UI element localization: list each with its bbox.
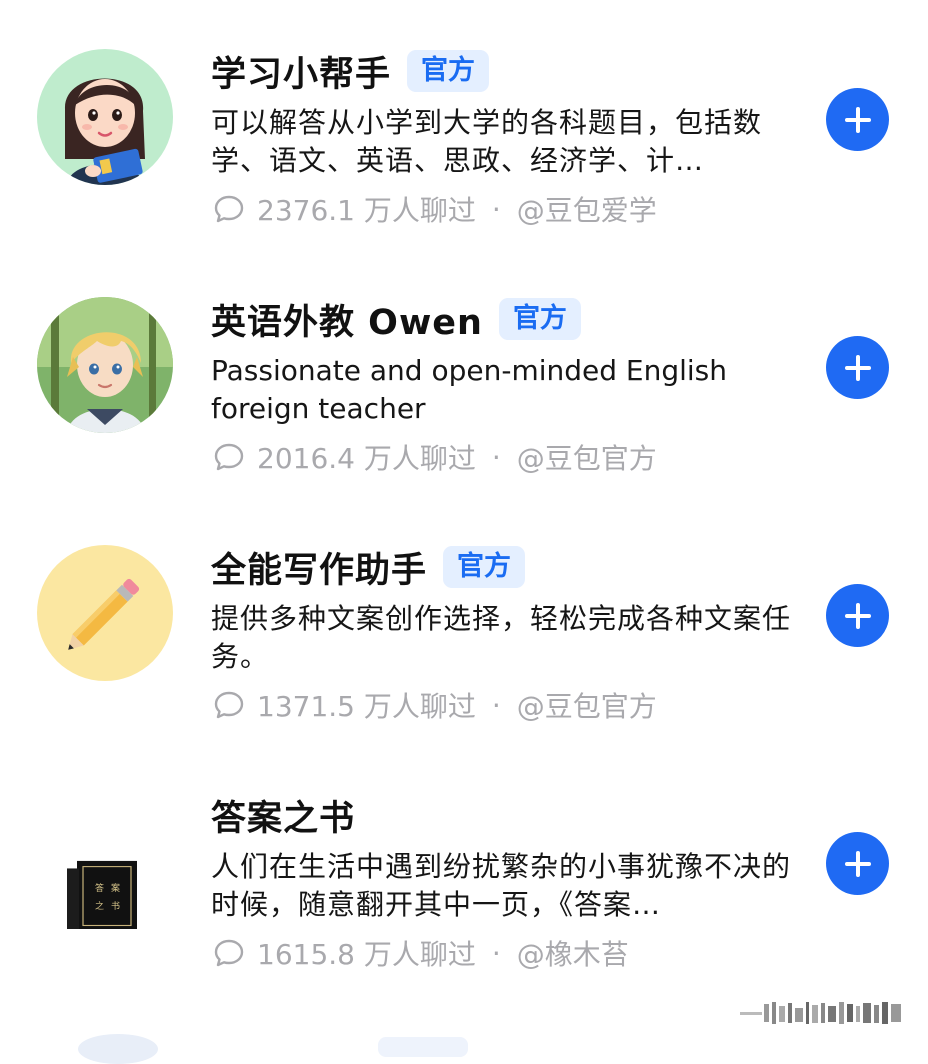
bot-description: 提供多种文案创作选择，轻松完成各种文案任务。 [211, 602, 791, 673]
chat-bubble-icon [214, 195, 244, 223]
bot-item-english-owen[interactable]: 英语外教 Owen 官方 Passionate and open-minded … [0, 248, 928, 496]
bot-item-writing-helper[interactable]: 全能写作助手 官方 提供多种文案创作选择，轻松完成各种文案任务。 1371.5 … [0, 496, 928, 744]
add-bot-button[interactable] [826, 832, 889, 895]
plus-icon [844, 602, 871, 629]
add-bot-button[interactable] [826, 336, 889, 399]
official-badge: 官方 [443, 546, 526, 588]
bot-author[interactable]: @豆包官方 [517, 685, 657, 725]
bot-meta: 1371.5 万人聊过 · @豆包官方 [213, 686, 657, 724]
bot-name: 学习小帮手 [211, 54, 392, 95]
meta-separator: · [491, 440, 501, 474]
bot-author[interactable]: @豆包官方 [517, 437, 657, 477]
bot-item-study-helper[interactable]: 学习小帮手 官方 可以解答从小学到大学的各科题目，包括数学、语文、英语、思政、经… [0, 0, 928, 248]
bot-author[interactable]: @豆包爱学 [517, 189, 657, 229]
chat-count: 2016.4 万人聊过 [257, 442, 476, 475]
official-badge: 官方 [407, 50, 490, 92]
chat-count: 1615.8 万人聊过 [257, 938, 476, 971]
chat-count: 1371.5 万人聊过 [257, 690, 476, 723]
bot-meta: 1615.8 万人聊过 · @橡木苔 [213, 934, 629, 972]
official-badge: 官方 [498, 298, 581, 340]
watermark-logo [740, 1002, 901, 1024]
bot-description: 可以解答从小学到大学的各科题目，包括数学、语文、英语、思政、经济学、计… [211, 106, 763, 177]
meta-separator: · [491, 936, 501, 970]
next-item-badge-peek [378, 1037, 468, 1057]
meta-separator: · [491, 192, 501, 226]
bot-meta: 2016.4 万人聊过 · @豆包官方 [213, 438, 657, 476]
bot-description: Passionate and open-minded English forei… [211, 354, 728, 425]
book-avatar: 答 案 之 书 [37, 793, 173, 929]
svg-text:答: 答 [95, 882, 104, 894]
pencil-avatar [37, 545, 173, 681]
bot-title-row: 全能写作助手 官方 [211, 544, 526, 591]
bot-meta: 2376.1 万人聊过 · @豆包爱学 [213, 190, 657, 228]
bot-name: 答案之书 [211, 798, 356, 839]
bot-author[interactable]: @橡木苔 [517, 933, 629, 973]
svg-text:案: 案 [111, 882, 120, 894]
chat-bubble-icon [214, 691, 244, 719]
add-bot-button[interactable] [826, 88, 889, 151]
study-helper-avatar [37, 49, 173, 185]
chat-bubble-icon [214, 443, 244, 471]
plus-icon [844, 850, 871, 877]
bot-title-row: 答案之书 [211, 792, 356, 839]
meta-separator: · [491, 688, 501, 722]
bot-title-row: 学习小帮手 官方 [211, 48, 490, 95]
owen-avatar [37, 297, 173, 433]
plus-icon [844, 106, 871, 133]
add-bot-button[interactable] [826, 584, 889, 647]
bot-item-answer-book[interactable]: 答 案 之 书 答案之书 人们在生活中遇到纷扰繁杂的小事犹豫不决的时候，随意翻开… [0, 744, 928, 992]
next-item-avatar-peek [78, 1034, 158, 1064]
chat-count: 2376.1 万人聊过 [257, 194, 476, 227]
bot-description: 人们在生活中遇到纷扰繁杂的小事犹豫不决的时候，随意翻开其中一页，《答案… [211, 850, 791, 921]
bot-name: 全能写作助手 [211, 550, 428, 591]
svg-text:之: 之 [95, 900, 104, 912]
bot-title-row: 英语外教 Owen 官方 [211, 296, 581, 343]
plus-icon [844, 354, 871, 381]
chat-bubble-icon [214, 939, 244, 967]
bot-name: 英语外教 Owen [211, 302, 483, 343]
svg-text:书: 书 [111, 901, 120, 912]
